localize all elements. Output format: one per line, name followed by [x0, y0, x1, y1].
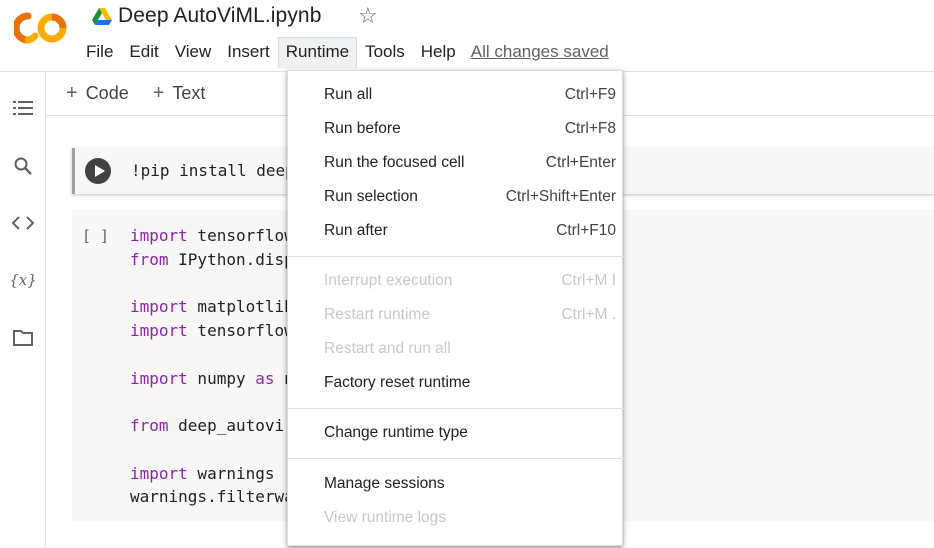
menu-item-change-runtime-type[interactable]: Change runtime type	[288, 416, 624, 450]
add-code-label: Code	[85, 83, 129, 103]
menu-view[interactable]: View	[167, 37, 220, 67]
menu-item-shortcut: Ctrl+F9	[564, 86, 616, 103]
code-text: warnings	[187, 463, 275, 483]
colab-logo[interactable]	[14, 10, 68, 46]
code-line: import warnings	[130, 462, 294, 486]
menu-item-label: Restart runtime	[324, 306, 430, 323]
menu-bar: File Edit View Insert Runtime Tools Help…	[78, 36, 609, 68]
plus-icon: +	[66, 82, 78, 104]
menu-item-shortcut: Ctrl+F10	[556, 222, 616, 239]
menu-item-label: Run the focused cell	[324, 154, 465, 171]
code-text: !pip install deep	[131, 161, 295, 180]
menu-item-run-focused-cell[interactable]: Run the focused cell Ctrl+Enter	[288, 146, 624, 180]
code-line: import numpy as n	[130, 367, 294, 391]
menu-item-shortcut: Ctrl+Enter	[545, 154, 616, 171]
code-editor[interactable]: import tensorflow from IPython.disp import…	[130, 224, 294, 509]
keyword: as	[255, 368, 275, 388]
keyword: from	[130, 249, 169, 269]
plus-icon: +	[152, 82, 165, 104]
code-line: import tensorflow	[130, 319, 294, 343]
menu-item-label: Run before	[324, 120, 401, 137]
menu-help[interactable]: Help	[413, 37, 464, 67]
menu-item-run-all[interactable]: Run all Ctrl+F9	[288, 78, 624, 112]
menu-insert[interactable]: Insert	[219, 37, 278, 67]
run-cell-button[interactable]	[85, 158, 111, 184]
table-of-contents-icon[interactable]	[11, 96, 35, 120]
play-icon	[94, 165, 105, 177]
keyword: import	[130, 226, 188, 245]
menu-item-label: Manage sessions	[324, 475, 445, 492]
code-editor[interactable]: !pip install deep	[131, 161, 295, 180]
notebook-title[interactable]: Deep AutoViML.ipynb	[118, 4, 321, 28]
code-text: tensorflow	[187, 226, 294, 245]
star-icon[interactable]: ☆	[358, 5, 378, 27]
menu-item-label: Restart and run all	[324, 340, 451, 357]
menu-item-label: Change runtime type	[324, 424, 468, 441]
keyword: import	[130, 321, 188, 340]
code-snippets-icon[interactable]	[11, 211, 35, 235]
menu-separator	[288, 408, 624, 409]
side-rail: {x}	[0, 72, 46, 548]
menu-tools[interactable]: Tools	[357, 37, 413, 67]
variables-icon[interactable]: {x}	[9, 268, 37, 292]
code-line: from deep_autovi	[130, 414, 294, 438]
add-code-button[interactable]: + Code	[66, 82, 129, 105]
menu-item-restart-runtime: Restart runtime Ctrl+M .	[288, 298, 624, 332]
menu-item-label: Run selection	[324, 188, 418, 205]
search-icon[interactable]	[11, 154, 35, 178]
menu-file[interactable]: File	[78, 37, 121, 67]
menu-item-restart-and-run-all: Restart and run all	[288, 332, 624, 366]
menu-item-run-after[interactable]: Run after Ctrl+F10	[288, 214, 624, 248]
code-line: import matplotlib	[130, 295, 294, 319]
menu-item-shortcut: Ctrl+Shift+Enter	[505, 188, 616, 205]
keyword: import	[130, 463, 188, 483]
keyword: from	[130, 416, 169, 435]
menu-runtime[interactable]: Runtime	[277, 36, 358, 68]
menu-item-shortcut: Ctrl+F8	[564, 120, 616, 137]
menu-item-view-runtime-logs: View runtime logs	[288, 501, 624, 535]
code-line: import tensorflow	[130, 224, 294, 248]
menu-item-label: Run after	[324, 222, 388, 239]
runtime-menu-dropdown: Run all Ctrl+F9 Run before Ctrl+F8 Run the f…	[287, 70, 624, 546]
code-text: IPython.disp	[168, 249, 294, 269]
code-line: warnings.filterwa	[130, 485, 294, 509]
code-text: numpy	[187, 368, 256, 388]
app-header: Deep AutoViML.ipynb ☆ File Edit View Ins…	[0, 0, 934, 72]
menu-item-factory-reset-runtime[interactable]: Factory reset runtime	[288, 366, 624, 400]
menu-item-run-selection[interactable]: Run selection Ctrl+Shift+Enter	[288, 180, 624, 214]
menu-item-run-before[interactable]: Run before Ctrl+F8	[288, 112, 624, 146]
google-drive-icon[interactable]	[92, 8, 112, 26]
code-line: from IPython.disp	[130, 248, 294, 272]
code-text: warnings.filterwa	[130, 487, 294, 507]
menu-item-label: View runtime logs	[324, 509, 447, 526]
menu-item-interrupt-execution: Interrupt execution Ctrl+M I	[288, 264, 624, 298]
keyword: import	[130, 297, 188, 317]
save-status-link[interactable]: All changes saved	[471, 42, 609, 62]
menu-item-shortcut: Ctrl+M I	[561, 272, 616, 289]
files-icon[interactable]	[11, 326, 35, 350]
menu-item-shortcut: Ctrl+M .	[561, 306, 616, 323]
code-text: tensorflow	[187, 321, 294, 340]
code-text: matplotlib	[187, 297, 294, 317]
menu-item-label: Run all	[324, 86, 373, 103]
menu-item-label: Factory reset runtime	[324, 374, 471, 391]
menu-item-manage-sessions[interactable]: Manage sessions	[288, 467, 624, 501]
execution-count: [ ]	[82, 227, 110, 245]
menu-item-label: Interrupt execution	[324, 272, 453, 289]
keyword: import	[130, 368, 188, 388]
menu-separator	[288, 458, 624, 459]
menu-edit[interactable]: Edit	[121, 37, 166, 67]
add-text-button[interactable]: + Text	[153, 82, 206, 105]
menu-separator	[288, 256, 624, 257]
add-text-label: Text	[172, 83, 206, 103]
code-text: deep_autovi	[168, 416, 285, 435]
